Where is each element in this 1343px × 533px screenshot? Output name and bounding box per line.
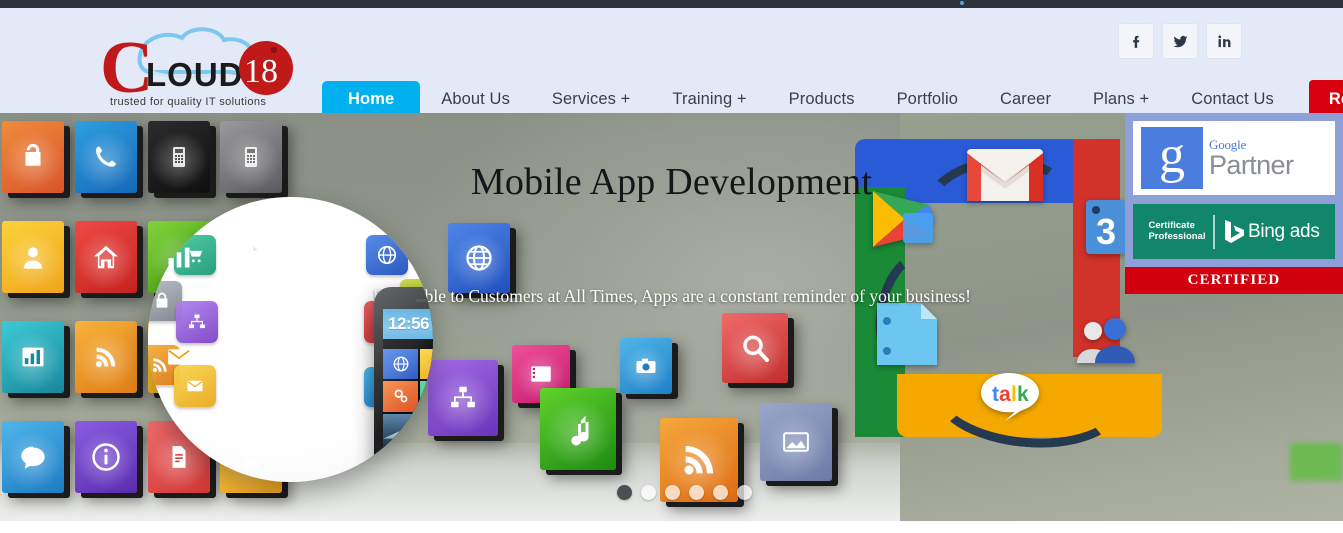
svg-text:3: 3 [1096, 211, 1116, 252]
slider-dot-4[interactable] [689, 485, 704, 500]
slider-dot-5[interactable] [713, 485, 728, 500]
phone-tile-settings [383, 381, 419, 412]
google-talk-icon: t a l k [979, 371, 1039, 423]
phone-tile-globe [383, 349, 419, 380]
phone-gallery-label: GALLERY [411, 433, 433, 445]
social-links [1118, 23, 1242, 59]
chrome-indicator-dot [960, 1, 964, 5]
app-cube-rss [75, 321, 137, 393]
slider-dot-1[interactable] [617, 485, 632, 500]
hero-background-foliage [1290, 443, 1343, 481]
phone-tile-gallery: GALLERY [383, 413, 433, 447]
phone-capacity-row: 64GB [383, 288, 433, 297]
hero-subtitle: Be Visible to Customers at All Times, Ap… [373, 286, 971, 306]
app-cube-float-music [540, 388, 616, 470]
app-cube-info [75, 421, 137, 493]
phone-tile-lock [420, 456, 433, 482]
app-cube-float-globe [448, 223, 510, 293]
site-logo[interactable]: C LOUD 18 trusted for quality IT solutio… [98, 22, 303, 108]
bing-brand-lockup: Bing ads [1223, 219, 1320, 244]
browser-chrome-strip [0, 0, 1343, 8]
bing-cert-line1: Certificate [1148, 219, 1195, 231]
phone-clock-widget: 12:56 Tuesday 29 October 2013 [383, 309, 433, 339]
google-partner-text: Google Partner [1209, 136, 1294, 180]
svg-text:k: k [1017, 383, 1029, 406]
google-g-mark: g [1141, 127, 1203, 189]
app-cube-user [2, 221, 64, 293]
twitter-icon[interactable] [1162, 23, 1198, 59]
linkedin-icon[interactable] [1206, 23, 1242, 59]
app-cube-chart-2 [2, 321, 64, 393]
page-bottom-whitespace [0, 521, 1343, 533]
certified-label: CERTIFIED [1187, 272, 1281, 288]
slider-dot-3[interactable] [665, 485, 680, 500]
facebook-icon[interactable] [1118, 23, 1154, 59]
app-cube-chat [2, 421, 64, 493]
phone-tile-check [420, 381, 433, 412]
certification-badges: g Google Partner Certificate Professiona… [1125, 113, 1343, 294]
google-drive-icon [873, 299, 941, 369]
app-cube-home [75, 221, 137, 293]
circle-tile-mail [174, 365, 216, 407]
phone-tile-mail: 3 [420, 349, 433, 380]
google-wordmark: Google [1209, 136, 1247, 152]
circle-tile-network [176, 301, 218, 343]
site-header: C LOUD 18 trusted for quality IT solutio… [0, 8, 1343, 119]
phone-clock-time: 12:56 [388, 314, 429, 333]
svg-text:l: l [1011, 383, 1017, 406]
slider-dot-6[interactable] [737, 485, 752, 500]
app-cube-float-camera [620, 338, 672, 394]
slider-dot-2[interactable] [641, 485, 656, 500]
phone-showcase-circle: 64GB 12:56 Tuesday 29 October 2013 3 [148, 197, 433, 482]
bing-cert-line2: Professional [1148, 230, 1206, 242]
phone-screen: 12:56 Tuesday 29 October 2013 3 [383, 309, 433, 482]
svg-text:trusted for quality IT solutio: trusted for quality IT solutions [110, 96, 266, 108]
bing-ads-wordmark: Bing ads [1247, 220, 1320, 242]
app-cube-float-network [428, 360, 498, 436]
slider-pagination [617, 485, 752, 500]
certified-banner: CERTIFIED [1125, 267, 1343, 294]
svg-text:t: t [992, 383, 999, 406]
hero-slider: 64GB 12:56 Tuesday 29 October 2013 3 [0, 113, 1343, 521]
bing-certificate-text: Certificate Professional [1148, 219, 1206, 242]
badge-panel: g Google Partner Certificate Professiona… [1125, 113, 1343, 267]
bing-ads-badge[interactable]: Certificate Professional Bing ads [1133, 204, 1335, 259]
app-cube-float-search [722, 313, 788, 383]
circle-tile-globe [366, 235, 408, 275]
svg-text:18: 18 [244, 53, 278, 90]
smartphone-mockup: 64GB 12:56 Tuesday 29 October 2013 3 [374, 287, 433, 482]
bing-divider [1213, 214, 1215, 249]
google-partner-badge[interactable]: g Google Partner [1133, 121, 1335, 195]
partner-wordmark: Partner [1209, 149, 1294, 180]
app-cube-float-gallery [760, 403, 832, 481]
bing-logo-icon [1224, 220, 1244, 243]
svg-text:a: a [999, 383, 1011, 406]
phone-speaker-grille [416, 299, 433, 302]
google-contacts-icon [1075, 317, 1137, 365]
phone-tile-music [383, 456, 419, 482]
google-g-letter: g [1159, 127, 1185, 184]
svg-text:LOUD: LOUD [146, 56, 244, 93]
